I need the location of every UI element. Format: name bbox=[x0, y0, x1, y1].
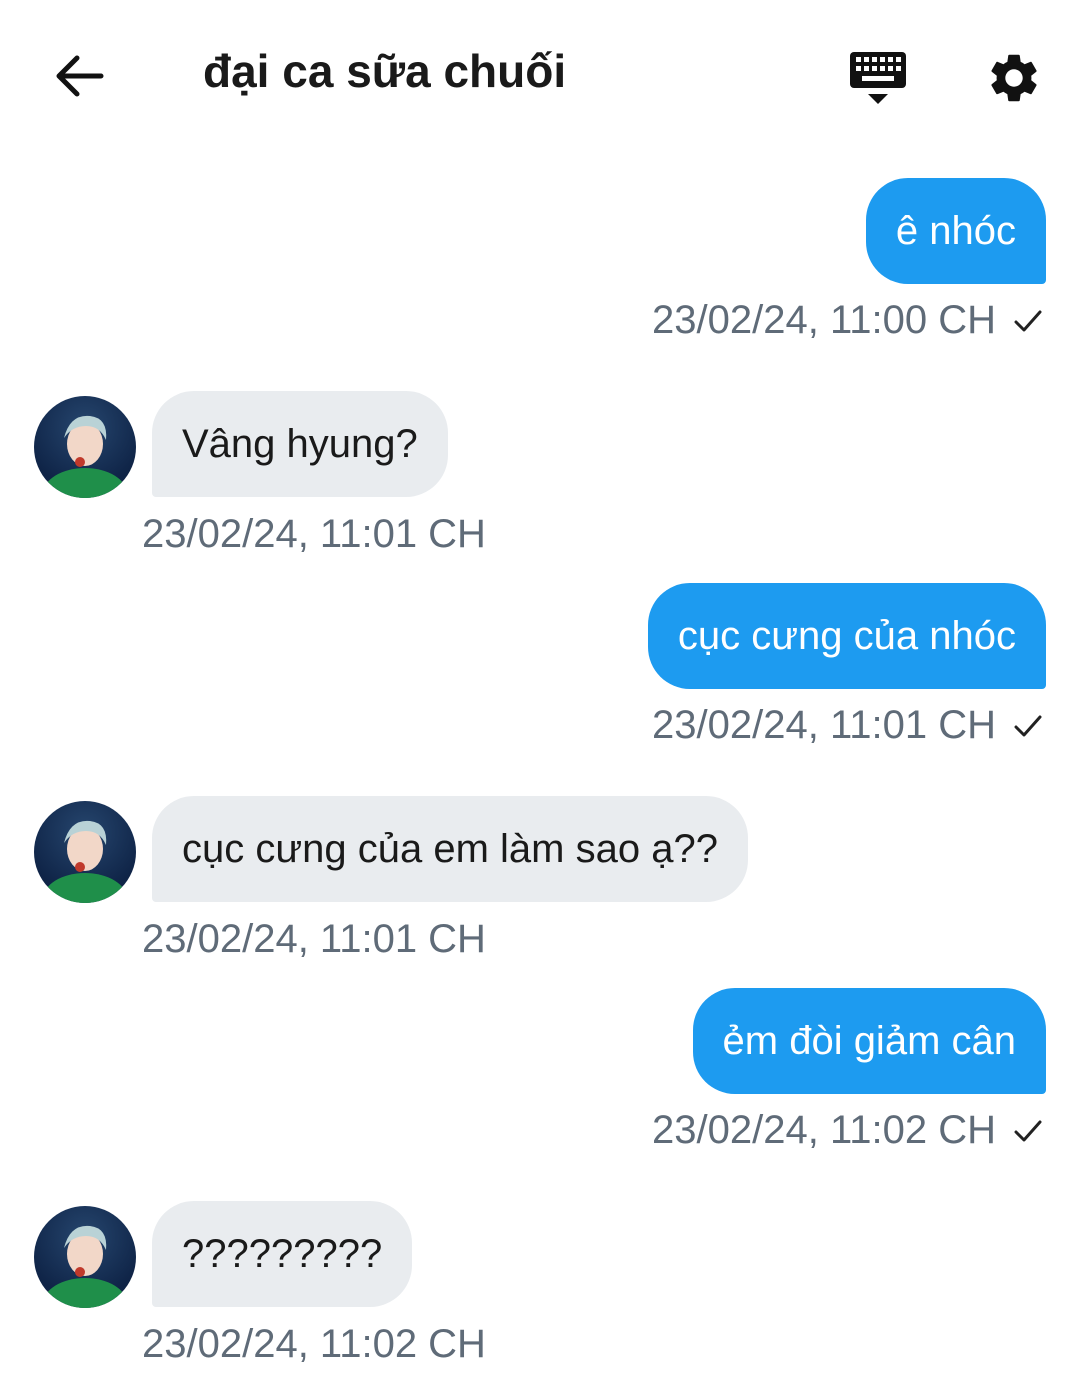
incoming-message-bubble[interactable]: ????????? bbox=[152, 1201, 413, 1307]
message-timestamp: 23/02/24, 11:01 CH bbox=[652, 703, 996, 747]
message-timestamp: 23/02/24, 11:02 CH bbox=[652, 1108, 996, 1152]
back-button[interactable] bbox=[40, 40, 118, 112]
message-timestamp-row: 23/02/24, 11:02 CH bbox=[652, 1108, 1044, 1153]
message-timestamp: 23/02/24, 11:01 CH bbox=[142, 512, 486, 556]
message-timestamp-row: 23/02/24, 11:01 CH bbox=[652, 703, 1044, 748]
avatar-image bbox=[43, 415, 127, 498]
chat-header: đại ca sữa chuối bbox=[0, 0, 1080, 150]
sent-check-icon bbox=[1014, 310, 1042, 331]
message-timestamp: 23/02/24, 11:01 CH bbox=[142, 917, 486, 961]
avatar-image bbox=[43, 1225, 127, 1308]
keyboard-toggle-button[interactable] bbox=[840, 42, 916, 114]
avatar-image bbox=[43, 820, 127, 903]
incoming-message-bubble[interactable]: Vâng hyung? bbox=[152, 391, 448, 497]
outgoing-message-bubble[interactable]: ê nhóc bbox=[865, 178, 1046, 284]
message-timestamp: 23/02/24, 11:00 CH bbox=[652, 298, 996, 342]
outgoing-message-bubble[interactable]: ẻm đòi giảm cân bbox=[692, 988, 1046, 1094]
sent-check-icon bbox=[1014, 1120, 1042, 1141]
arrow-left-icon bbox=[56, 55, 104, 97]
conversation-title: đại ca sữa chuối bbox=[203, 45, 567, 97]
message-timestamp: 23/02/24, 11:02 CH bbox=[142, 1322, 486, 1366]
keyboard-hide-icon bbox=[850, 52, 906, 104]
contact-avatar[interactable] bbox=[34, 396, 136, 498]
contact-avatar[interactable] bbox=[34, 801, 136, 903]
incoming-message-bubble[interactable]: cục cưng của em làm sao ạ?? bbox=[152, 796, 748, 902]
message-timestamp-row: 23/02/24, 11:00 CH bbox=[652, 298, 1044, 343]
gear-icon bbox=[991, 54, 1037, 102]
settings-button[interactable] bbox=[976, 40, 1052, 116]
outgoing-message-bubble[interactable]: cục cưng của nhóc bbox=[647, 583, 1046, 689]
sent-check-icon bbox=[1014, 715, 1042, 736]
contact-avatar[interactable] bbox=[34, 1206, 136, 1308]
